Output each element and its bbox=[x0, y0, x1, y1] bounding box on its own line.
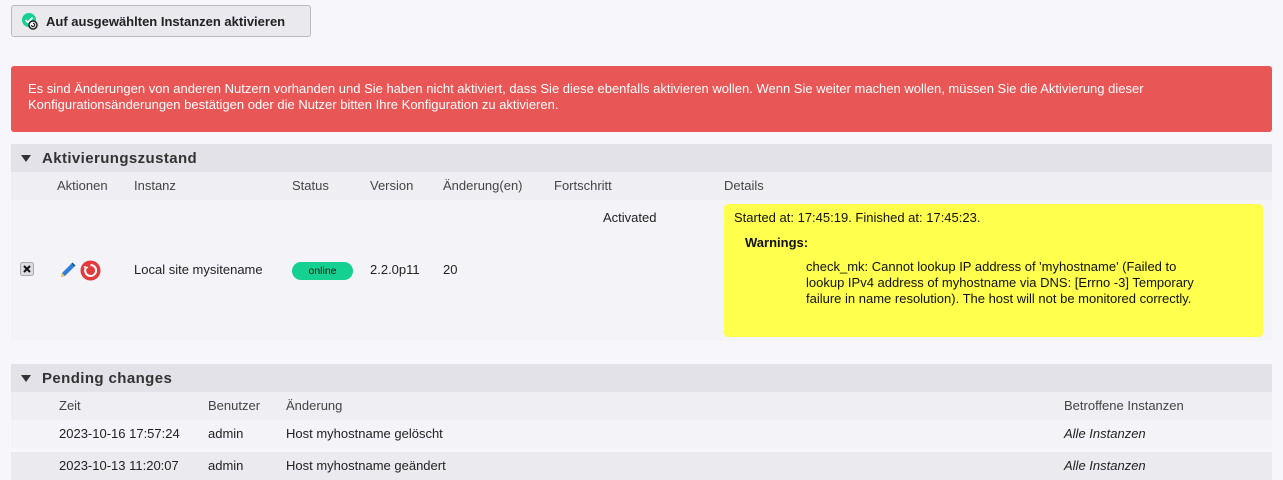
error-message: Es sind Änderungen von anderen Nutzern v… bbox=[11, 66, 1272, 132]
col-changes: Änderung(en) bbox=[443, 178, 523, 193]
activation-section-title: Aktivierungszustand bbox=[42, 149, 198, 167]
details-warning-text: check_mk: Cannot lookup IP address of 'm… bbox=[806, 259, 1194, 306]
instance-name: Local site mysitename bbox=[134, 262, 263, 277]
col-details: Details bbox=[724, 178, 764, 193]
col-time: Zeit bbox=[59, 398, 81, 413]
activation-column-headers: Aktionen Instanz Status Version Änderung… bbox=[11, 172, 1272, 200]
col-user: Benutzer bbox=[208, 398, 261, 413]
col-affected: Betroffene Instanzen bbox=[1064, 398, 1184, 413]
error-message-text: Es sind Änderungen von anderen Nutzern v… bbox=[28, 81, 1144, 112]
restart-icon[interactable] bbox=[80, 260, 101, 281]
row-change: Host myhostname gelöscht bbox=[286, 426, 443, 441]
table-row: 2023-10-16 17:57:24 admin Host myhostnam… bbox=[11, 420, 1272, 448]
activate-selected-label: Auf ausgewählten Instanzen aktivieren bbox=[46, 13, 286, 29]
triangle-down-icon bbox=[21, 375, 31, 382]
row-user: admin bbox=[208, 458, 244, 473]
details-warnings-title: Warnings: bbox=[745, 235, 809, 250]
progress-value: Activated bbox=[603, 210, 657, 225]
activation-section-header[interactable]: Aktivierungszustand bbox=[11, 144, 1272, 172]
col-progress: Fortschritt bbox=[554, 178, 612, 193]
checkbox-x-icon[interactable] bbox=[20, 262, 34, 276]
table-row: 2023-10-13 11:20:07 admin Host myhostnam… bbox=[11, 452, 1272, 480]
changes-count: 20 bbox=[443, 262, 458, 277]
row-affected: Alle Instanzen bbox=[1064, 426, 1146, 441]
activation-details: Started at: 17:45:19. Finished at: 17:45… bbox=[724, 204, 1263, 337]
col-actions: Aktionen bbox=[57, 178, 108, 193]
details-started: Started at: 17:45:19. Finished at: 17:45… bbox=[734, 210, 981, 225]
triangle-down-icon bbox=[21, 155, 31, 162]
row-user: admin bbox=[208, 426, 244, 441]
col-change: Änderung bbox=[286, 398, 343, 413]
activate-check-icon bbox=[22, 13, 38, 30]
pencil-icon[interactable] bbox=[58, 260, 78, 280]
row-change: Host myhostname geändert bbox=[286, 458, 446, 473]
row-affected: Alle Instanzen bbox=[1064, 458, 1146, 473]
col-version: Version bbox=[370, 178, 414, 193]
row-time: 2023-10-13 11:20:07 bbox=[59, 458, 179, 473]
activate-selected-button[interactable]: Auf ausgewählten Instanzen aktivieren bbox=[11, 5, 311, 37]
pending-section-title: Pending changes bbox=[42, 369, 173, 387]
row-time: 2023-10-16 17:57:24 bbox=[59, 426, 180, 441]
version-value: 2.2.0p11 bbox=[370, 262, 420, 277]
activation-row: Local site mysitename online 2.2.0p11 20… bbox=[11, 200, 1272, 341]
pending-column-headers: Zeit Benutzer Änderung Betroffene Instan… bbox=[11, 392, 1272, 420]
pending-section-header[interactable]: Pending changes bbox=[11, 364, 1272, 392]
col-instance: Instanz bbox=[134, 178, 176, 193]
status-badge: online bbox=[292, 262, 353, 280]
col-status: Status bbox=[292, 178, 329, 193]
